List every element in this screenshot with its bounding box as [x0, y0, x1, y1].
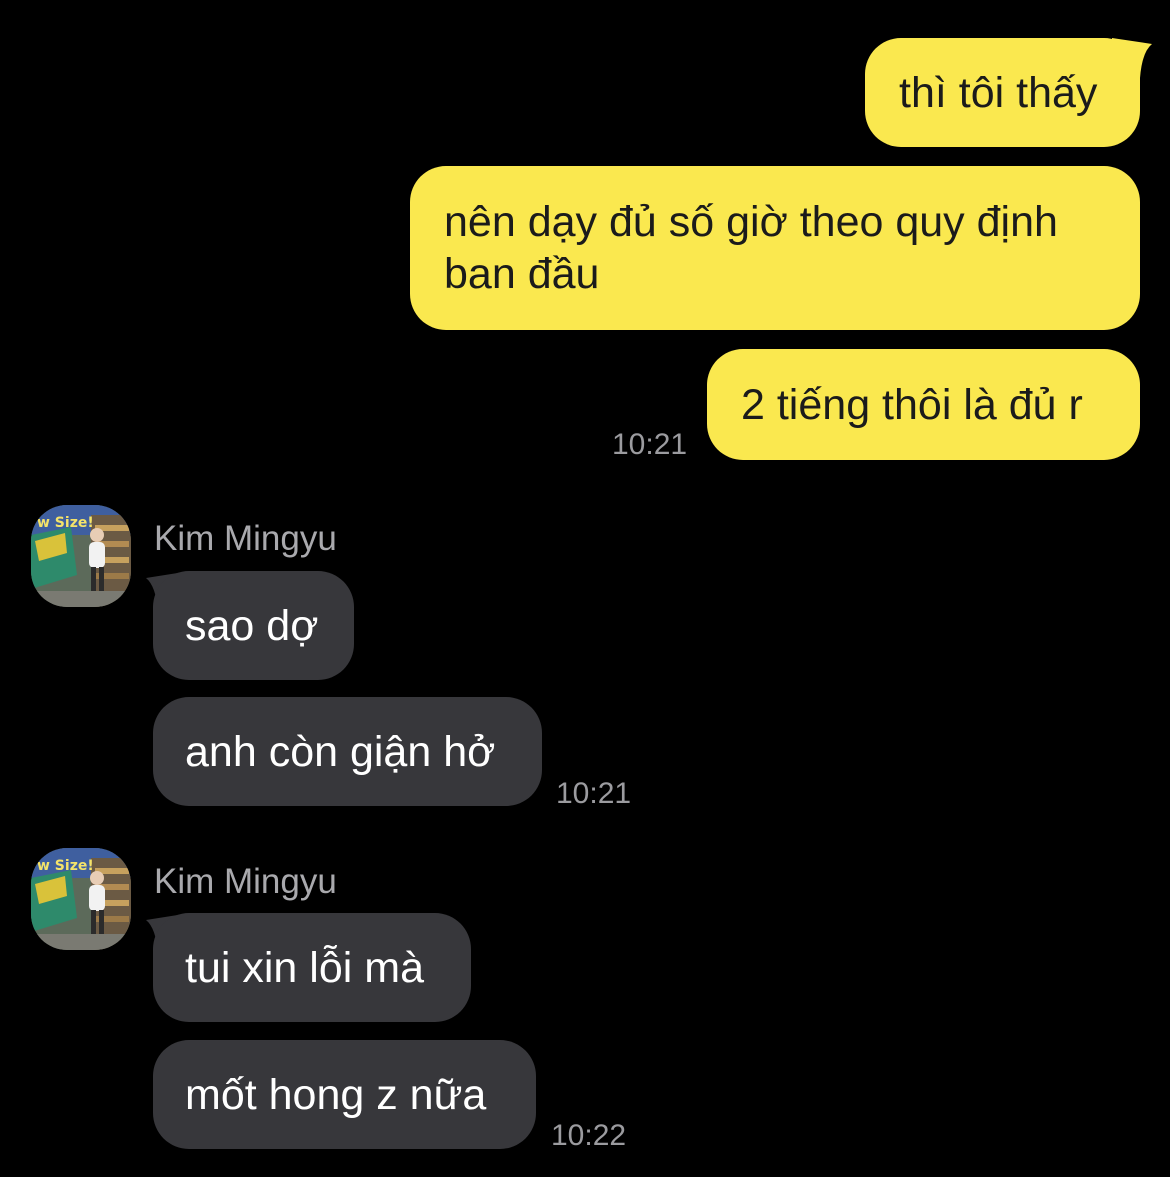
- incoming-message[interactable]: tui xin lỗi mà: [153, 913, 471, 1022]
- message-text: thì tôi thấy: [899, 68, 1098, 117]
- sender-name: Kim Mingyu: [154, 862, 337, 901]
- message-text: 2 tiếng thôi là đủ r: [741, 380, 1083, 429]
- message-text: mốt hong z nữa: [185, 1070, 487, 1119]
- outgoing-message[interactable]: thì tôi thấy: [865, 38, 1140, 147]
- incoming-message[interactable]: anh còn giận hở: [153, 697, 542, 806]
- incoming-message[interactable]: sao dợ: [153, 571, 354, 680]
- avatar[interactable]: w Size!: [31, 505, 131, 607]
- avatar[interactable]: w Size!: [31, 848, 131, 950]
- svg-text:w Size!: w Size!: [37, 858, 94, 874]
- message-text: anh còn giận hở: [185, 727, 496, 776]
- bubble-tail: [1112, 38, 1152, 78]
- svg-text:w Size!: w Size!: [37, 515, 94, 531]
- message-text: tui xin lỗi mà: [185, 943, 424, 992]
- sender-name: Kim Mingyu: [154, 519, 337, 558]
- profile-photo-icon: w Size!: [31, 848, 131, 950]
- outgoing-message[interactable]: nên dạy đủ số giờ theo quy định ban đầu: [410, 166, 1140, 330]
- timestamp: 10:21: [556, 777, 632, 810]
- timestamp: 10:22: [551, 1119, 627, 1152]
- profile-photo-icon: w Size!: [31, 505, 131, 607]
- message-text: sao dợ: [185, 601, 319, 650]
- outgoing-message[interactable]: 2 tiếng thôi là đủ r: [707, 349, 1140, 460]
- message-text: nên dạy đủ số giờ theo quy định ban đầu: [444, 198, 1058, 298]
- timestamp: 10:21: [612, 428, 688, 461]
- incoming-message[interactable]: mốt hong z nữa: [153, 1040, 536, 1149]
